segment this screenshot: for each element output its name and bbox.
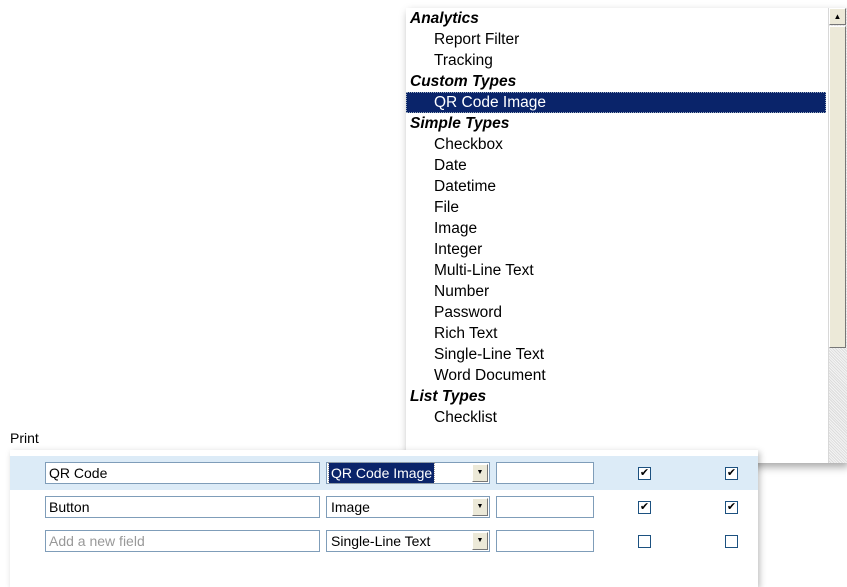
group-simple-types: Simple Types bbox=[410, 115, 510, 132]
option-integer[interactable]: Integer bbox=[406, 239, 826, 260]
checkbox-col1[interactable]: ✔ bbox=[638, 501, 651, 514]
dropdown-options: Analytics Report Filter Tracking Custom … bbox=[406, 8, 826, 428]
field-type-select[interactable]: Single-Line Text ▼ bbox=[326, 530, 490, 552]
checkbox-col2[interactable]: ✔ bbox=[725, 501, 738, 514]
option-qr-code-image[interactable]: QR Code Image bbox=[406, 92, 826, 113]
table-row: Add a new field Single-Line Text ▼ bbox=[10, 524, 758, 558]
chevron-down-icon[interactable]: ▼ bbox=[472, 532, 488, 550]
chevron-down-icon[interactable]: ▼ bbox=[472, 464, 488, 482]
option-password[interactable]: Password bbox=[406, 302, 826, 323]
option-file[interactable]: File bbox=[406, 197, 826, 218]
option-checkbox[interactable]: Checkbox bbox=[406, 134, 826, 155]
arrow-up-icon[interactable]: ▲ bbox=[829, 8, 846, 25]
table-row: Button Image ▼ ✔ ✔ bbox=[10, 490, 758, 524]
field-type-value: Image bbox=[331, 499, 370, 515]
field-type-select[interactable]: Image ▼ bbox=[326, 496, 490, 518]
option-multi-line-text[interactable]: Multi-Line Text bbox=[406, 260, 826, 281]
group-list-types: List Types bbox=[410, 388, 487, 405]
option-checklist[interactable]: Checklist bbox=[406, 407, 826, 428]
group-custom-types: Custom Types bbox=[410, 73, 517, 90]
option-datetime[interactable]: Datetime bbox=[406, 176, 826, 197]
group-analytics: Analytics bbox=[410, 10, 479, 27]
checkbox-col1[interactable]: ✔ bbox=[638, 467, 651, 480]
field-type-select[interactable]: QR Code Image ▼ bbox=[326, 462, 490, 484]
checkbox-col2[interactable]: ✔ bbox=[725, 467, 738, 480]
field-type-value: QR Code Image bbox=[327, 462, 436, 484]
field-extra-input[interactable] bbox=[496, 530, 594, 552]
dropdown-scrollbar[interactable]: ▲ bbox=[828, 8, 847, 463]
new-field-input[interactable]: Add a new field bbox=[45, 530, 320, 552]
chevron-down-icon[interactable]: ▼ bbox=[472, 498, 488, 516]
checkbox-col1[interactable] bbox=[638, 535, 651, 548]
field-name-input[interactable]: Button bbox=[45, 496, 320, 518]
option-rich-text[interactable]: Rich Text bbox=[406, 323, 826, 344]
field-name-input[interactable]: QR Code bbox=[45, 462, 320, 484]
field-type-value: Single-Line Text bbox=[331, 533, 431, 549]
option-number[interactable]: Number bbox=[406, 281, 826, 302]
option-date[interactable]: Date bbox=[406, 155, 826, 176]
option-report-filter[interactable]: Report Filter bbox=[406, 29, 826, 50]
checkbox-col2[interactable] bbox=[725, 535, 738, 548]
table-row: QR Code QR Code Image ▼ ✔ ✔ bbox=[10, 456, 758, 490]
option-single-line-text[interactable]: Single-Line Text bbox=[406, 344, 826, 365]
field-extra-input[interactable] bbox=[496, 462, 594, 484]
field-extra-input[interactable] bbox=[496, 496, 594, 518]
option-tracking[interactable]: Tracking bbox=[406, 50, 826, 71]
option-word-document[interactable]: Word Document bbox=[406, 365, 826, 386]
field-type-dropdown-list[interactable]: Analytics Report Filter Tracking Custom … bbox=[406, 8, 847, 463]
print-label: Print bbox=[10, 430, 39, 446]
option-image[interactable]: Image bbox=[406, 218, 826, 239]
scrollbar-thumb[interactable] bbox=[829, 26, 846, 348]
fields-table: QR Code QR Code Image ▼ ✔ ✔ Button Image… bbox=[10, 450, 758, 587]
